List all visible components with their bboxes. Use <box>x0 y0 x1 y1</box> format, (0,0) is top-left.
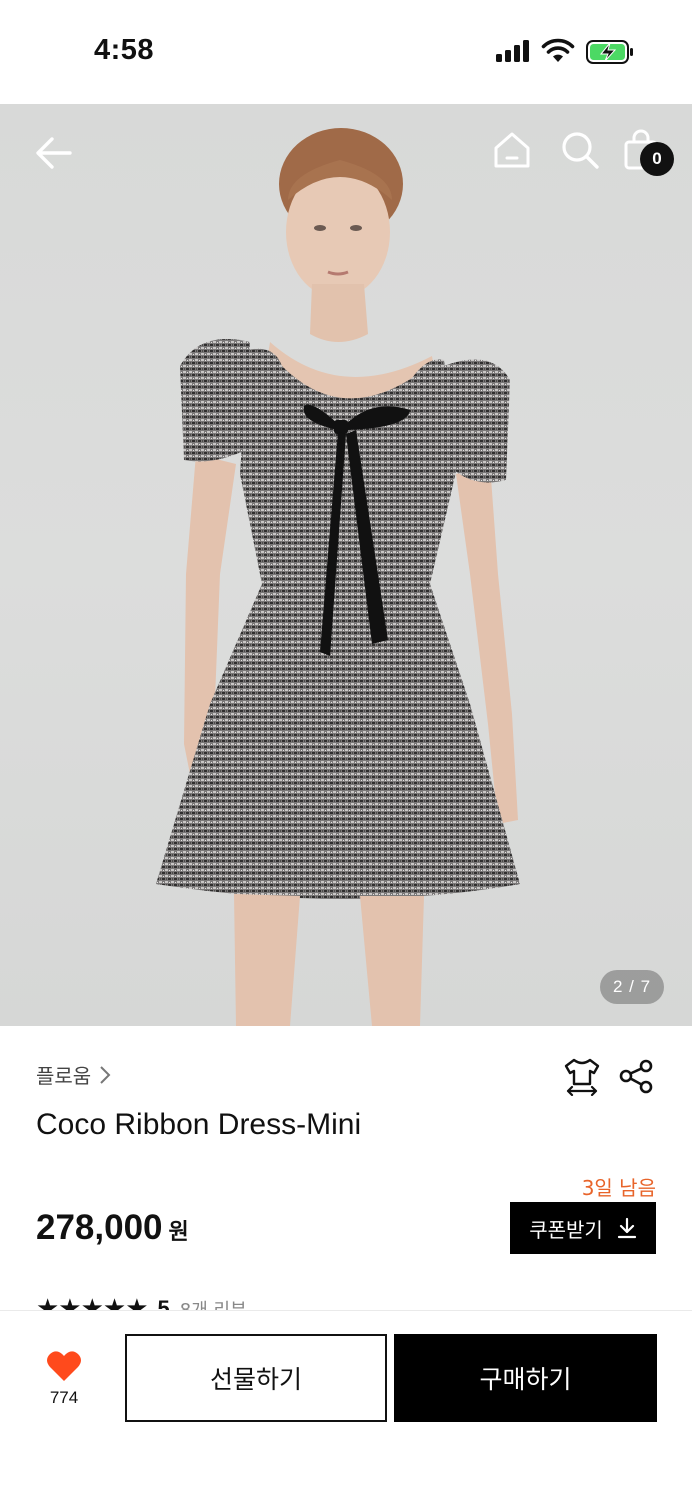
battery-charging-icon <box>586 40 633 64</box>
home-icon[interactable] <box>492 130 532 170</box>
product-image-gallery[interactable]: 0 2 / 7 <box>0 104 692 1026</box>
status-bar: 4:58 <box>0 0 692 104</box>
gallery-page-indicator: 2 / 7 <box>600 970 664 1004</box>
back-arrow-icon[interactable] <box>30 130 76 176</box>
coupon-button-label: 쿠폰받기 <box>529 1217 603 1242</box>
heart-icon <box>47 1351 81 1381</box>
buy-button[interactable]: 구매하기 <box>394 1334 657 1422</box>
product-title: Coco Ribbon Dress-Mini <box>36 1108 362 1141</box>
status-time: 4:58 <box>94 34 155 66</box>
gift-button[interactable]: 선물하기 <box>125 1334 387 1422</box>
brand-link[interactable]: 플로움 <box>36 1060 111 1089</box>
wifi-icon <box>541 38 575 62</box>
search-icon[interactable] <box>560 130 600 170</box>
product-photo <box>156 128 520 1026</box>
brand-name: 플로움 <box>36 1064 92 1088</box>
coupon-deadline: 3일 남음 <box>581 1176 656 1200</box>
download-icon <box>617 1217 636 1239</box>
like-button[interactable]: 774 <box>38 1350 90 1408</box>
size-guide-icon[interactable] <box>562 1056 602 1096</box>
chevron-right-icon <box>100 1065 111 1084</box>
coupon-download-button[interactable]: 쿠폰받기 <box>510 1202 656 1254</box>
cart-count-badge: 0 <box>640 142 674 176</box>
like-count: 774 <box>49 1388 79 1407</box>
product-price: 278,000 <box>36 1208 163 1247</box>
price-row: 278,000 원 <box>36 1208 189 1248</box>
cellular-signal-icon <box>496 40 532 62</box>
share-icon[interactable] <box>618 1058 654 1094</box>
currency-unit: 원 <box>168 1220 189 1245</box>
